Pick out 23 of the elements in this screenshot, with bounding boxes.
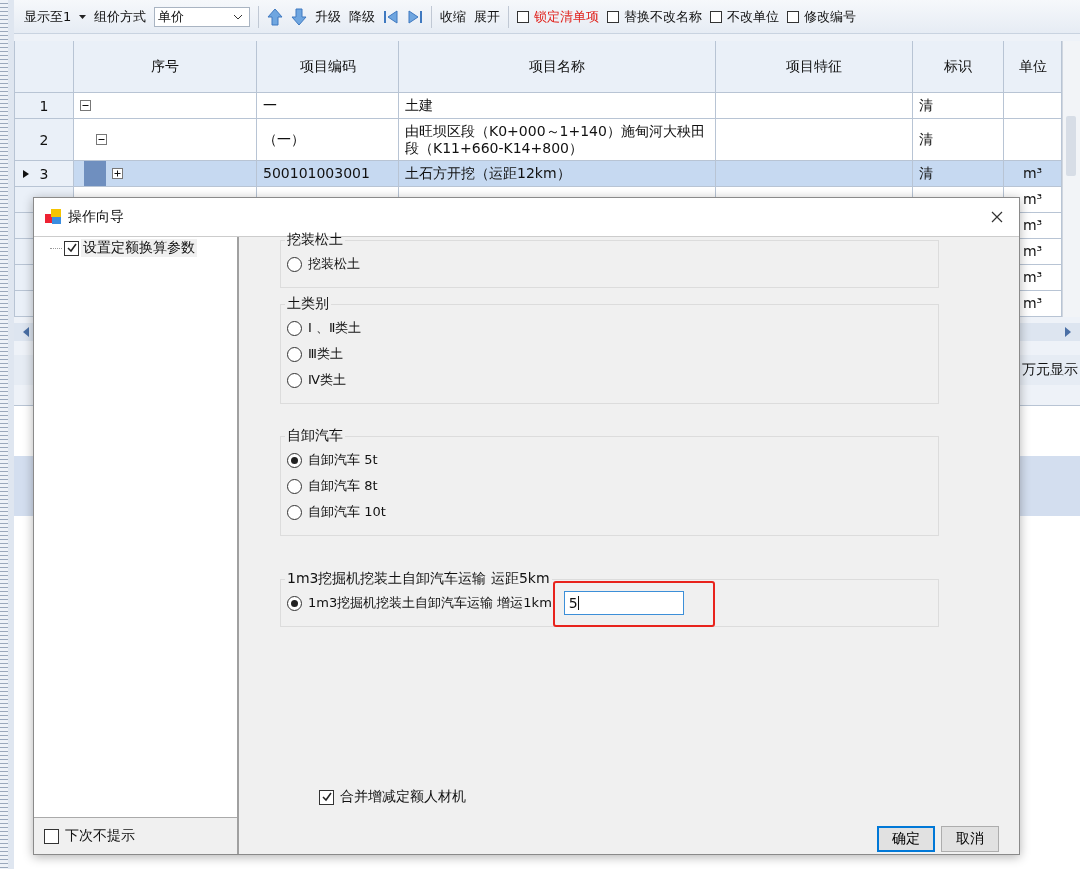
checkbox-label: 合并增减定额人材机 <box>340 788 466 806</box>
radio-label: 自卸汽车 8t <box>308 477 378 495</box>
option-label: 锁定清单项 <box>534 7 600 26</box>
option-label: 替换不改名称 <box>624 7 703 26</box>
group-title: 1m3挖掘机挖装土自卸汽车运输 运距5km <box>286 570 551 588</box>
row-number: 2 <box>39 131 49 148</box>
radio-label: 自卸汽车 5t <box>308 451 378 469</box>
radio-label: 挖装松土 <box>308 255 360 273</box>
radio-label: Ⅲ类土 <box>308 345 343 363</box>
checkbox-label: 下次不提示 <box>65 827 135 845</box>
group-title: 自卸汽车 <box>286 427 344 445</box>
group-title: 挖装松土 <box>286 231 344 249</box>
dialog-title: 操作向导 <box>68 208 125 226</box>
option-label: 修改编号 <box>804 7 857 26</box>
option-label: 不改单位 <box>727 7 780 26</box>
group-title: 土类别 <box>286 295 330 313</box>
row-number: 3 <box>39 165 49 182</box>
pricing-label: 组价方式 <box>94 7 147 26</box>
row-number: 1 <box>39 97 49 114</box>
radio-label: 自卸汽车 10t <box>308 503 386 521</box>
radio-label: Ⅰ 、Ⅱ类土 <box>308 319 362 337</box>
radio-label: 1m3挖掘机挖装土自卸汽车运输 增运1km <box>308 594 552 612</box>
radio-label: Ⅳ类土 <box>308 371 346 389</box>
